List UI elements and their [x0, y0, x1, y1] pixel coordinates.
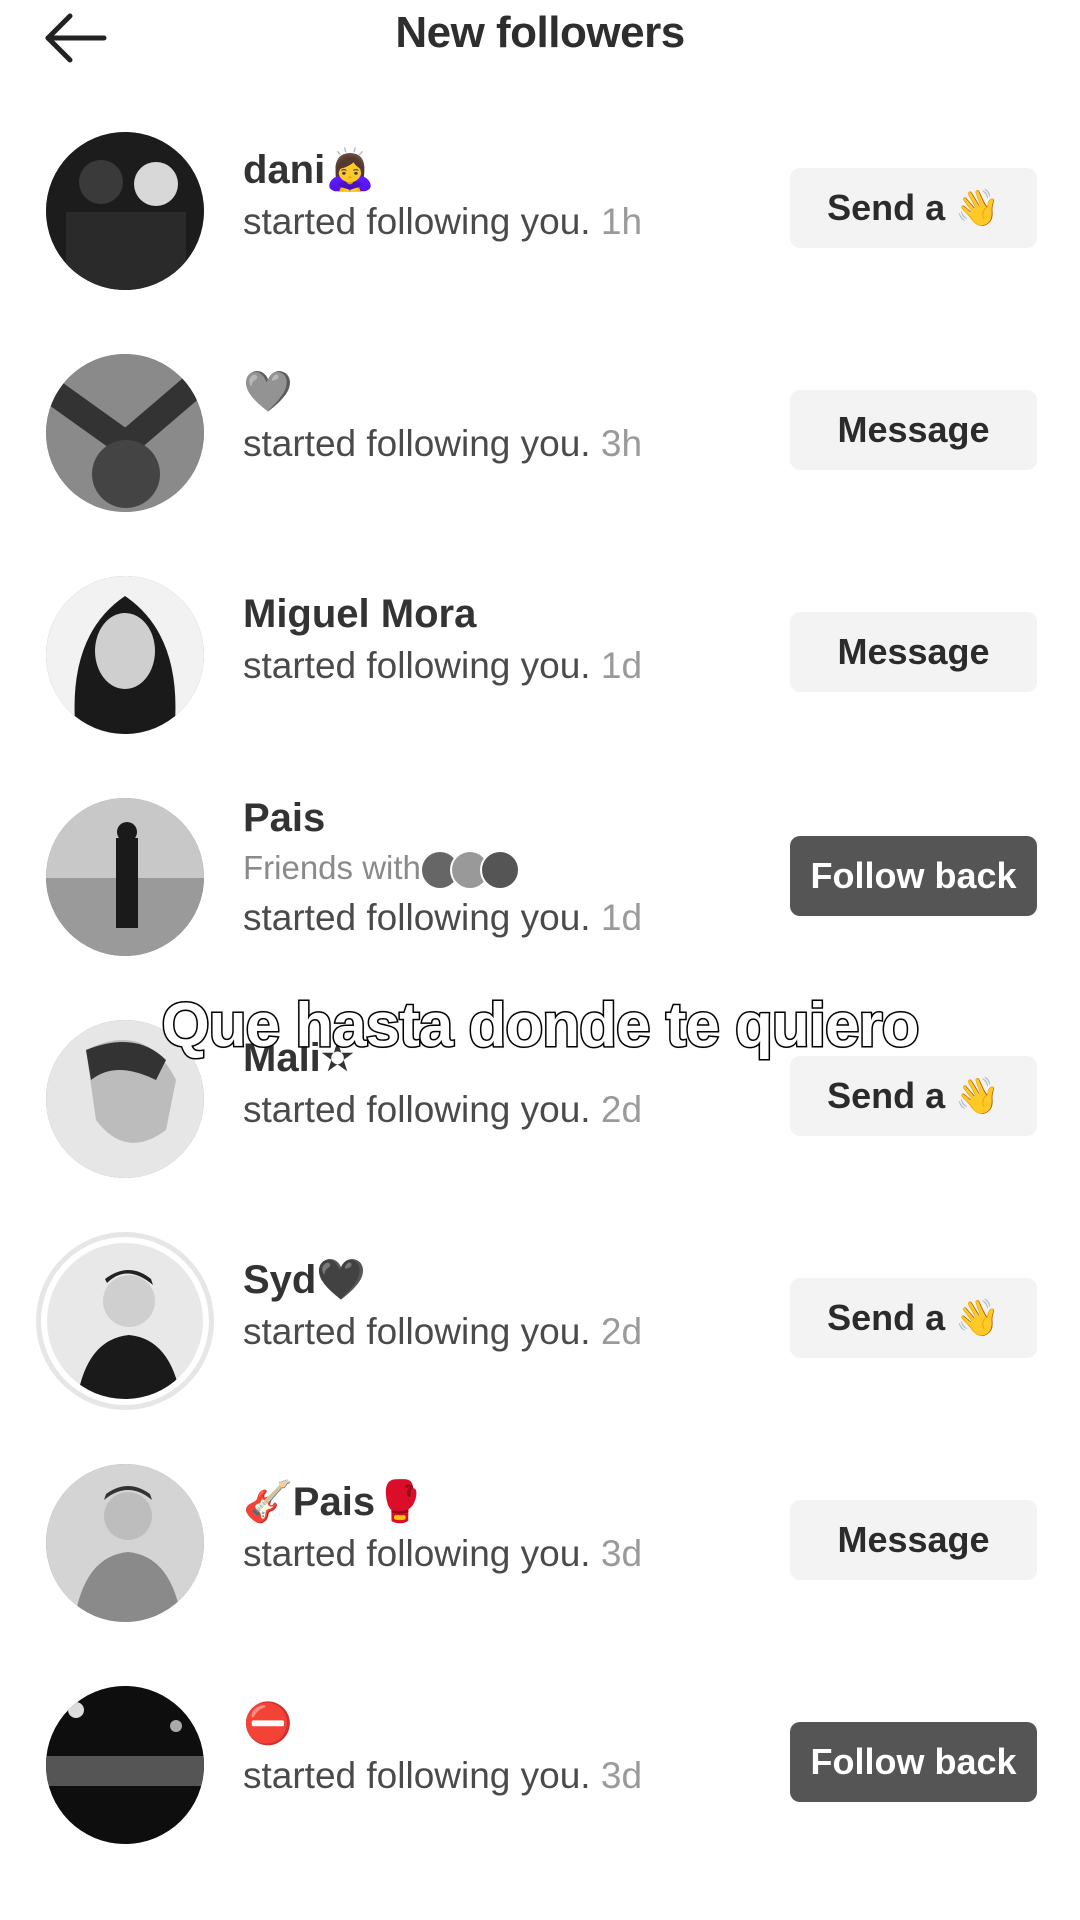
follower-row[interactable]: Syd🖤 started following you. 2d Send a 👋: [0, 1232, 1080, 1412]
follower-name[interactable]: 🩶: [243, 368, 642, 416]
send-wave-button[interactable]: Send a 👋: [790, 168, 1037, 248]
follower-name[interactable]: dani🙇‍♀️: [243, 146, 642, 194]
follow-action-text: started following you.: [243, 1533, 591, 1574]
follow-back-button[interactable]: Follow back: [790, 1722, 1037, 1802]
mutual-avatar: [480, 850, 521, 891]
follow-action-text: started following you.: [243, 1311, 591, 1352]
friends-with-label: Friends with: [243, 849, 421, 886]
follower-name[interactable]: Pais: [243, 794, 642, 842]
follow-back-button[interactable]: Follow back: [790, 836, 1037, 916]
button-label: Send a: [827, 1297, 946, 1338]
wave-icon: 👋: [955, 187, 1000, 228]
mutual-friends: Friends with: [243, 846, 642, 891]
follower-row[interactable]: ⛔ started following you. 3d Follow back: [0, 1686, 1080, 1856]
follow-time: 3d: [600, 1533, 643, 1574]
button-label: Send a: [827, 187, 946, 228]
avatar: [47, 1243, 203, 1399]
button-label: Send a: [827, 1075, 946, 1116]
avatar[interactable]: [46, 1464, 204, 1622]
follower-row[interactable]: Miguel Mora started following you. 1d Me…: [0, 576, 1080, 746]
message-button[interactable]: Message: [790, 1500, 1037, 1580]
video-caption-overlay: Que hasta donde te quiero: [160, 990, 921, 1062]
page-title: New followers: [395, 8, 685, 57]
follow-time: 1d: [600, 645, 643, 686]
header: New followers: [0, 0, 1080, 80]
follower-row[interactable]: Pais Friends with started following you.…: [0, 796, 1080, 998]
avatar[interactable]: [46, 132, 204, 290]
follower-name[interactable]: 🎸Pais🥊: [243, 1478, 642, 1526]
follow-time: 3d: [600, 1755, 643, 1796]
follower-name[interactable]: ⛔: [243, 1700, 642, 1748]
avatar[interactable]: [46, 1686, 204, 1844]
follow-time: 1h: [600, 201, 643, 242]
send-wave-button[interactable]: Send a 👋: [790, 1056, 1037, 1136]
follow-action-text: started following you.: [243, 201, 591, 242]
follower-name[interactable]: Syd🖤: [243, 1256, 642, 1304]
follower-name[interactable]: Miguel Mora: [243, 590, 642, 638]
follower-row[interactable]: dani🙇‍♀️ started following you. 1h Send …: [0, 132, 1080, 302]
follow-time: 1d: [600, 897, 643, 939]
send-wave-button[interactable]: Send a 👋: [790, 1278, 1037, 1358]
message-button[interactable]: Message: [790, 390, 1037, 470]
follow-time: 2d: [600, 1089, 643, 1130]
wave-icon: 👋: [955, 1075, 1000, 1116]
avatar[interactable]: [46, 576, 204, 734]
follow-action-text: started following you.: [243, 423, 591, 464]
follow-action-text: started following you.: [243, 897, 591, 939]
avatar[interactable]: [46, 354, 204, 512]
wave-icon: 👋: [955, 1297, 1000, 1338]
follower-row[interactable]: 🎸Pais🥊 started following you. 3d Message: [0, 1464, 1080, 1634]
avatar-with-story-ring[interactable]: [36, 1232, 214, 1410]
follow-action-text: started following you.: [243, 1755, 591, 1796]
follow-action-text: started following you.: [243, 645, 591, 686]
follow-action-text: started following you.: [243, 1089, 591, 1130]
avatar[interactable]: [46, 798, 204, 956]
message-button[interactable]: Message: [790, 612, 1037, 692]
follower-row[interactable]: 🩶 started following you. 3h Message: [0, 354, 1080, 524]
follow-time: 2d: [600, 1311, 643, 1352]
follow-time: 3h: [600, 423, 643, 464]
